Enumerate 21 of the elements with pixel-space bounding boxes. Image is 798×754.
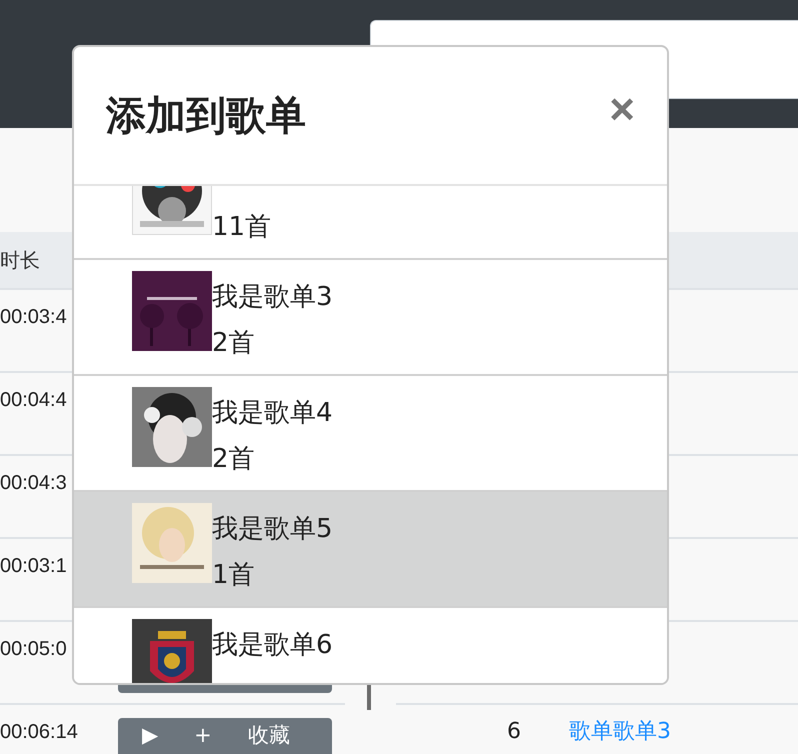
song-count: 11首 [212, 211, 272, 244]
song-count: 2首 [212, 443, 256, 476]
duration-cell-text: 00:03:4 [0, 305, 68, 330]
duration-cell-text: 00:06:14 [0, 720, 79, 745]
index-cell-text: 6 [506, 719, 521, 745]
duration-cell-text: 00:05:0 [0, 637, 68, 662]
playlist-title: 我是歌单3 [212, 281, 333, 314]
playlist-item[interactable]: 我是歌单5 1首 [74, 492, 667, 608]
playlist-title: 我是歌单4 [212, 397, 333, 430]
modal-title: 添加到歌单 [106, 92, 306, 141]
playlist-item[interactable]: 11首 [74, 186, 667, 260]
song-count: 1首 [212, 559, 256, 592]
playlist-title: 我是歌单5 [212, 513, 333, 546]
action-button[interactable]: ▶ + 收藏 [118, 718, 332, 754]
close-button[interactable]: × [609, 88, 635, 132]
duration-cell-text: 00:04:4 [0, 388, 68, 413]
duration-cell-text: 00:04:3 [0, 471, 68, 496]
song-count: 2首 [212, 327, 256, 360]
duration-cell-text: 00:03:1 [0, 554, 68, 579]
column-header: 时长 [0, 246, 40, 274]
playlist-title: 我是歌单6 [212, 629, 333, 662]
